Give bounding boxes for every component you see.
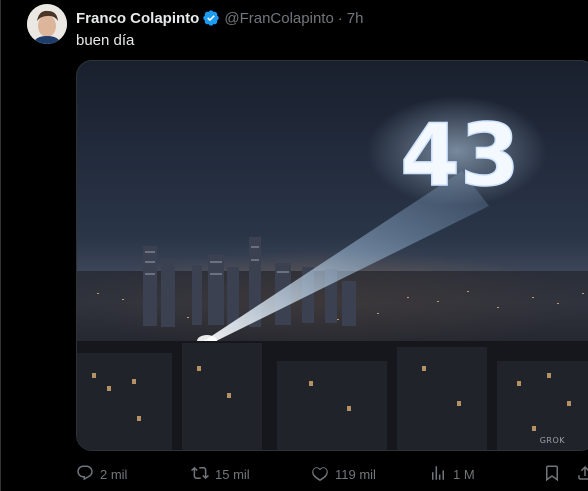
projected-number: 43 [400, 106, 520, 206]
repost-count: 15 mil [215, 467, 250, 482]
author-name[interactable]: Franco Colapinto [76, 10, 199, 27]
separator-dot: · [337, 9, 343, 27]
repost-button[interactable]: 15 mil [191, 464, 250, 485]
tweet-image[interactable]: 43 GROK [76, 60, 588, 451]
reply-icon [76, 464, 94, 485]
tweet-text: buen día [76, 32, 135, 49]
author-handle[interactable]: @FranColapinto [224, 10, 333, 27]
views-icon [429, 464, 447, 485]
action-bar: 2 mil 15 mil 119 mil 1 M [1, 458, 588, 488]
like-count: 119 mil [335, 467, 376, 482]
grok-watermark: GROK [539, 436, 565, 445]
heart-icon [311, 464, 329, 485]
share-icon [576, 464, 588, 485]
views-button[interactable]: 1 M [429, 464, 475, 485]
timestamp[interactable]: 7h [347, 10, 364, 27]
bookmark-icon [543, 464, 561, 485]
share-button[interactable] [576, 464, 588, 485]
avatar[interactable] [27, 4, 67, 44]
reply-count: 2 mil [100, 467, 128, 482]
bookmark-button[interactable] [543, 464, 561, 485]
views-count: 1 M [453, 467, 475, 482]
tweet[interactable]: Franco Colapinto @FranColapinto · 7h bue… [0, 0, 588, 491]
tweet-header: Franco Colapinto @FranColapinto · 7h [76, 8, 363, 28]
like-button[interactable]: 119 mil [311, 464, 376, 485]
repost-icon [191, 464, 209, 485]
reply-button[interactable]: 2 mil [76, 464, 127, 485]
verified-badge-icon [202, 9, 220, 27]
